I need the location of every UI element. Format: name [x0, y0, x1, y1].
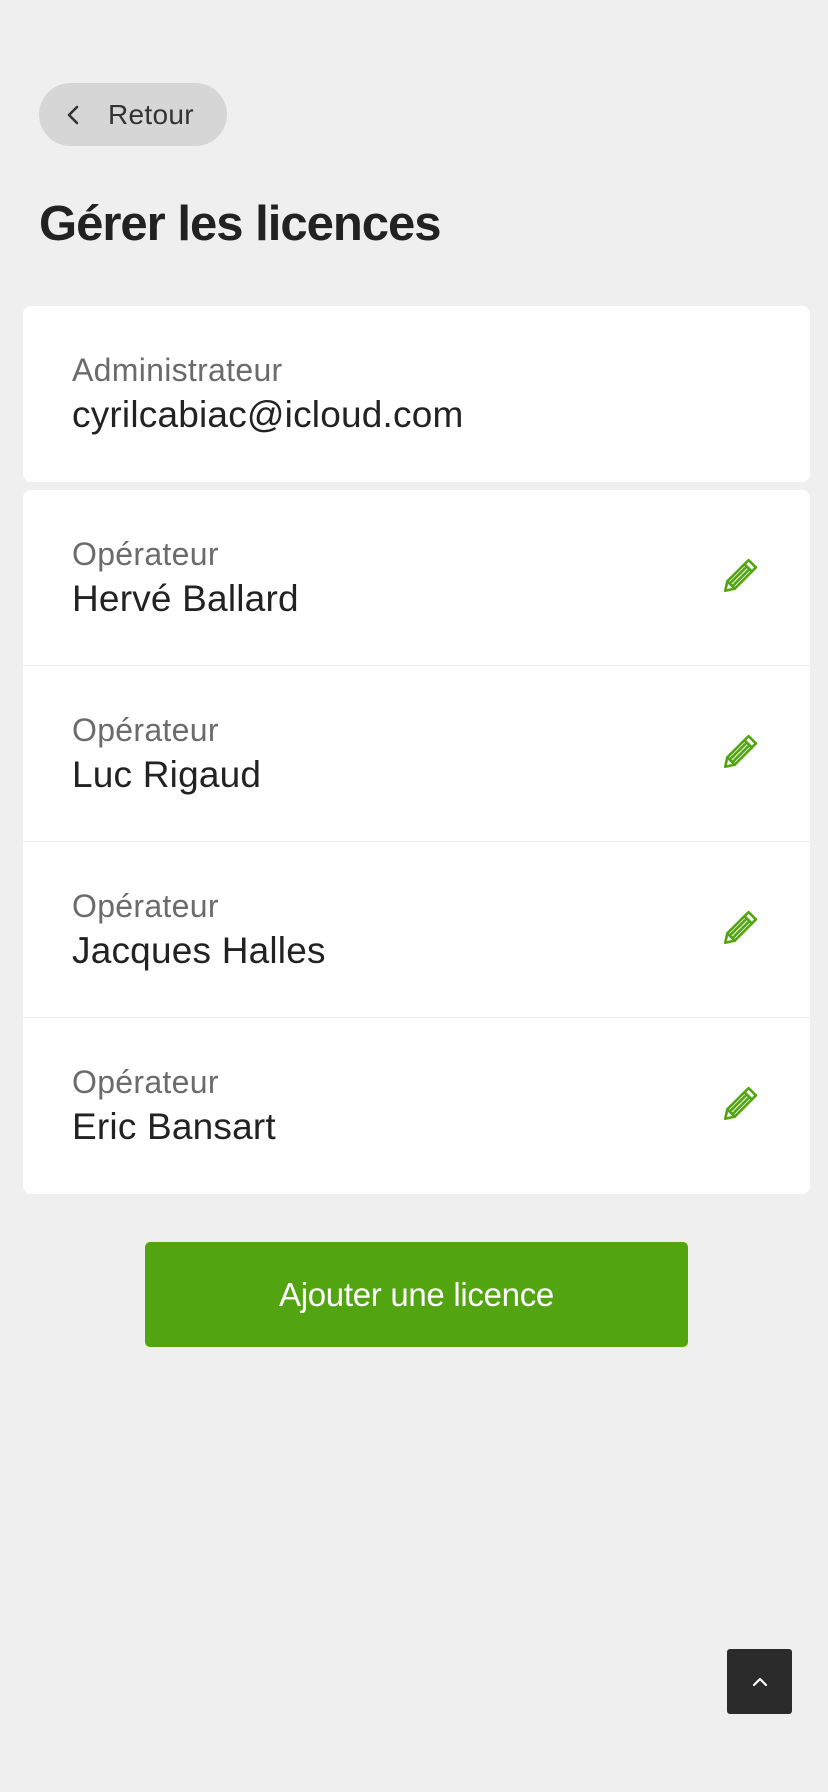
license-name: Eric Bansart — [72, 1106, 276, 1147]
scroll-to-top-button[interactable] — [727, 1649, 792, 1714]
pencil-icon — [723, 1086, 758, 1121]
edit-license-button[interactable] — [718, 904, 764, 950]
edit-license-button[interactable] — [718, 1080, 764, 1126]
license-card-admin: Administrateur cyrilcabiac@icloud.com — [23, 306, 810, 482]
license-card-operator: Opérateur Eric Bansart — [23, 1018, 810, 1194]
chevron-up-icon — [752, 1677, 767, 1686]
license-role: Opérateur — [72, 1064, 219, 1100]
license-role: Opérateur — [72, 536, 219, 572]
chevron-left-icon — [63, 104, 85, 126]
back-button[interactable]: Retour — [39, 83, 227, 146]
license-role: Administrateur — [72, 352, 283, 388]
license-role: Opérateur — [72, 712, 219, 748]
page-title: Gérer les licences — [39, 197, 442, 251]
edit-license-button[interactable] — [718, 552, 764, 598]
pencil-icon — [723, 558, 758, 593]
license-card-operator: Opérateur Jacques Halles — [23, 842, 810, 1018]
license-email: cyrilcabiac@icloud.com — [72, 394, 464, 435]
license-role: Opérateur — [72, 888, 219, 924]
edit-license-button[interactable] — [718, 728, 764, 774]
add-license-button[interactable]: Ajouter une licence — [145, 1242, 688, 1347]
pencil-icon — [723, 910, 758, 945]
back-button-label: Retour — [108, 98, 194, 130]
license-name: Hervé Ballard — [72, 578, 299, 619]
license-card-operator: Opérateur Hervé Ballard — [23, 490, 810, 666]
license-list: Administrateur cyrilcabiac@icloud.com Op… — [23, 306, 810, 1194]
license-name: Jacques Halles — [72, 930, 326, 971]
pencil-icon — [723, 734, 758, 769]
license-name: Luc Rigaud — [72, 754, 262, 795]
license-card-operator: Opérateur Luc Rigaud — [23, 666, 810, 842]
